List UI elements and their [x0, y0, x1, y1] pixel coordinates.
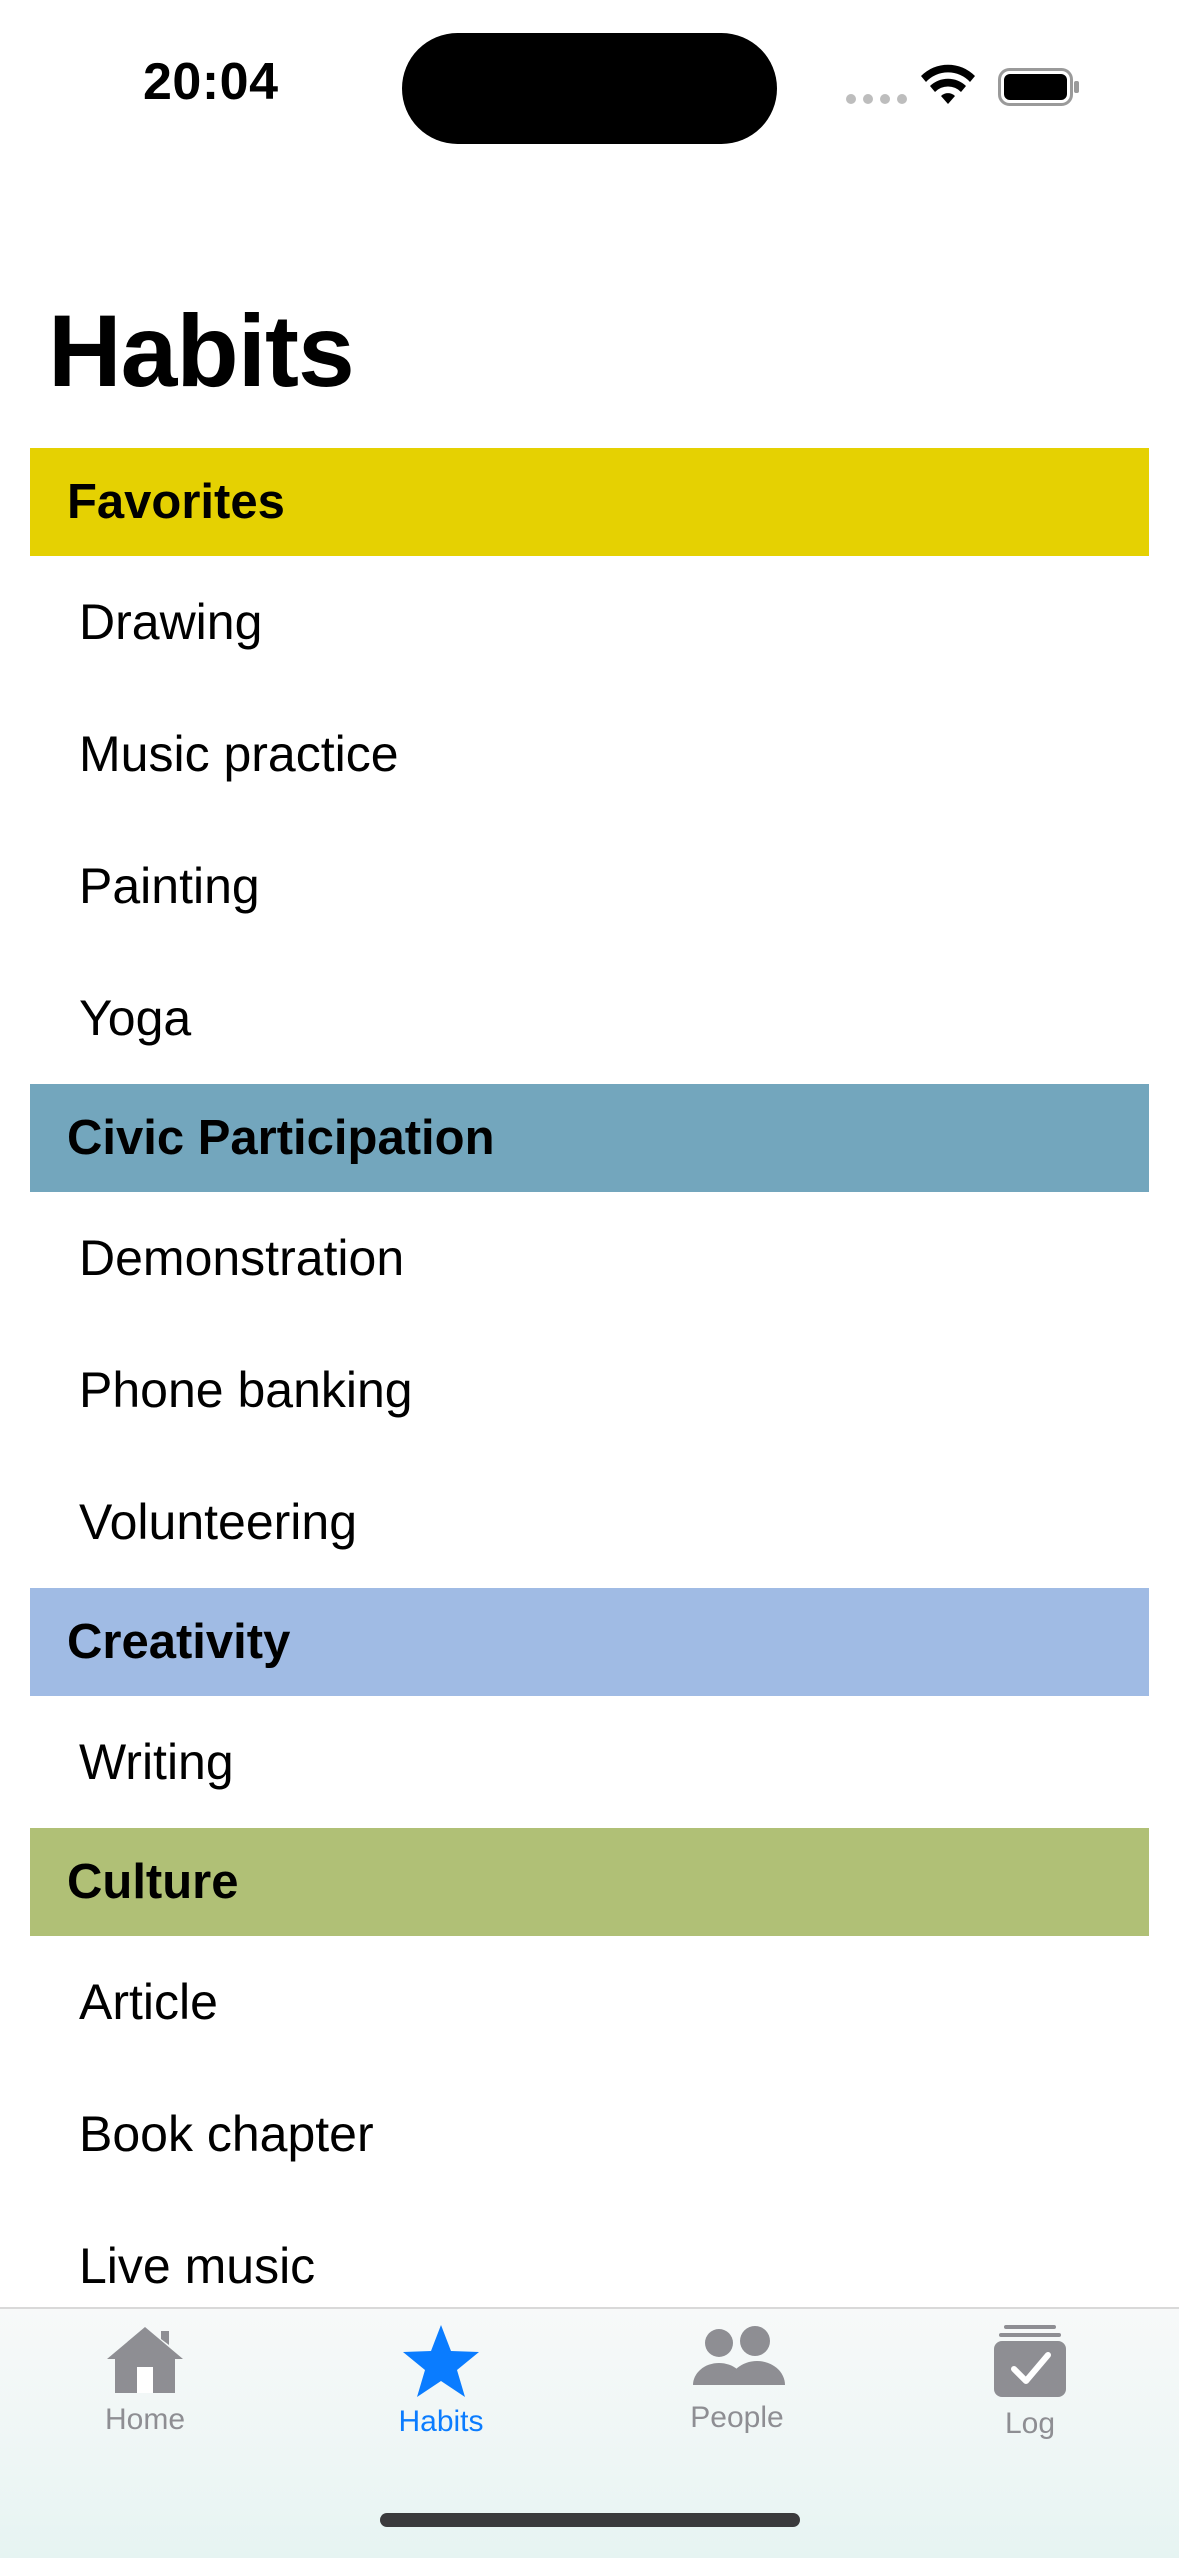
list-item-label: Phone banking	[79, 1362, 413, 1418]
list-item-label: Music practice	[79, 726, 399, 782]
tab-label: Log	[1004, 2407, 1056, 2440]
section-title: Civic Participation	[67, 1111, 495, 1165]
habits-list: Favorites Drawing Music practice Paintin…	[0, 448, 1179, 2332]
list-item[interactable]: Volunteering	[0, 1456, 1179, 1588]
list-item[interactable]: Book chapter	[0, 2068, 1179, 2200]
list-item[interactable]: Music practice	[0, 688, 1179, 820]
list-item[interactable]: Writing	[0, 1696, 1179, 1828]
section-header-creativity: Creativity	[30, 1588, 1149, 1696]
dynamic-island	[402, 33, 777, 144]
list-item-label: Live music	[79, 2238, 316, 2294]
section-header-culture: Culture	[30, 1828, 1149, 1936]
list-item[interactable]: Painting	[0, 820, 1179, 952]
cellular-signal-icon	[846, 94, 907, 104]
tab-home[interactable]: Home	[45, 2309, 245, 2479]
list-item[interactable]: Phone banking	[0, 1324, 1179, 1456]
wifi-icon	[921, 64, 975, 104]
section-title: Creativity	[67, 1615, 291, 1669]
tab-people[interactable]: People	[637, 2309, 837, 2479]
page-title: Habits	[48, 294, 355, 408]
list-item[interactable]: Drawing	[0, 556, 1179, 688]
list-item[interactable]: Demonstration	[0, 1192, 1179, 1324]
battery-icon	[998, 68, 1079, 106]
tab-label: Habits	[398, 2405, 484, 2438]
list-item[interactable]: Yoga	[0, 952, 1179, 1084]
people-icon	[693, 2326, 785, 2385]
list-item-label: Article	[79, 1974, 218, 2030]
checklist-icon	[994, 2325, 1066, 2397]
section-title: Culture	[67, 1855, 239, 1909]
list-item-label: Yoga	[79, 990, 192, 1046]
list-item-label: Painting	[79, 858, 260, 914]
list-item-label: Drawing	[79, 594, 263, 650]
home-indicator	[380, 2513, 800, 2527]
star-icon	[403, 2325, 479, 2397]
status-time: 20:04	[143, 53, 279, 111]
tab-habits[interactable]: Habits	[341, 2309, 541, 2479]
list-item-label: Book chapter	[79, 2106, 374, 2162]
list-item-label: Demonstration	[79, 1230, 405, 1286]
tab-label: Home	[104, 2403, 186, 2436]
section-header-civic-participation: Civic Participation	[30, 1084, 1149, 1192]
list-item-label: Writing	[79, 1734, 234, 1790]
tab-log[interactable]: Log	[930, 2309, 1130, 2479]
list-item[interactable]: Article	[0, 1936, 1179, 2068]
house-icon	[107, 2327, 183, 2393]
section-header-favorites: Favorites	[30, 448, 1149, 556]
section-title: Favorites	[67, 475, 285, 529]
tab-label: People	[690, 2401, 784, 2434]
list-item-label: Volunteering	[79, 1494, 358, 1550]
